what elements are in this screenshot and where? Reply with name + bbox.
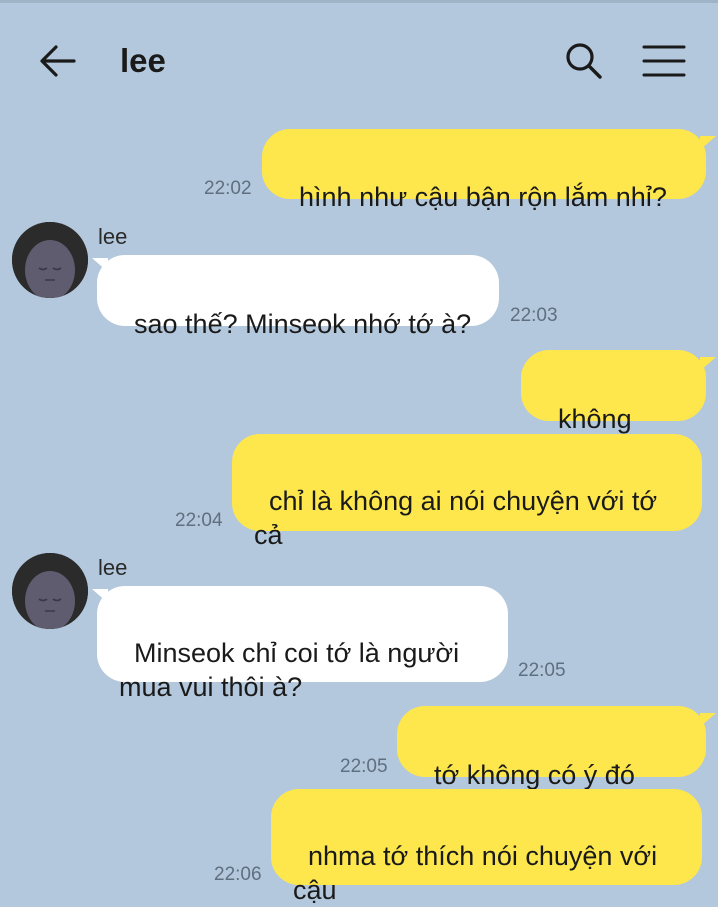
their-message-bubble[interactable]: sao thế? Minseok nhớ tớ à? bbox=[97, 255, 499, 339]
message-text: hình như cậu bận rộn lắm nhỉ? bbox=[299, 182, 667, 212]
bubble-tail bbox=[700, 357, 716, 371]
menu-button[interactable] bbox=[640, 39, 688, 83]
avatar-image bbox=[12, 553, 88, 629]
my-message-bubble[interactable]: không hẳn bbox=[521, 350, 706, 468]
my-message-bubble[interactable]: hình như cậu bận rộn lắm nhỉ? bbox=[262, 129, 706, 212]
back-button[interactable] bbox=[36, 41, 78, 81]
my-message-bubble[interactable]: tớ không có ý đó bbox=[397, 706, 706, 855]
message-text: sao thế? Minseok nhớ tớ à? bbox=[134, 309, 472, 339]
message-time: 22:05 bbox=[518, 660, 566, 681]
my-message-bubble[interactable]: chỉ là không ai nói chuyện với tớ cả bbox=[232, 434, 702, 550]
their-message-bubble[interactable]: Minseok chỉ coi tớ là người mua vui thôi… bbox=[97, 586, 508, 702]
message-text: tớ không có ý đó bbox=[434, 760, 635, 790]
bubble-tail bbox=[700, 136, 716, 150]
search-icon bbox=[566, 43, 602, 79]
message-time: 22:03 bbox=[510, 305, 558, 326]
arrow-left-icon bbox=[40, 45, 76, 77]
sender-name: lee bbox=[98, 224, 128, 249]
hamburger-menu-icon bbox=[642, 45, 686, 77]
message-time: 22:05 bbox=[340, 756, 388, 777]
message-time: 22:02 bbox=[204, 178, 252, 199]
bubble-tail bbox=[700, 713, 716, 727]
my-message-bubble[interactable]: nhma tớ thích nói chuyện với cậu bbox=[271, 789, 702, 905]
search-button[interactable] bbox=[562, 39, 606, 83]
avatar[interactable] bbox=[12, 222, 88, 298]
avatar-image bbox=[12, 222, 88, 298]
chat-header: lee bbox=[0, 3, 718, 111]
message-text: Minseok chỉ coi tớ là người mua vui thôi… bbox=[119, 638, 460, 702]
chat-title: lee bbox=[120, 42, 166, 79]
message-text: chỉ là không ai nói chuyện với tớ cả bbox=[254, 486, 658, 550]
message-time: 22:04 bbox=[175, 510, 223, 531]
sender-name: lee bbox=[98, 555, 128, 580]
message-time: 22:06 bbox=[214, 864, 262, 885]
avatar[interactable] bbox=[12, 553, 88, 629]
